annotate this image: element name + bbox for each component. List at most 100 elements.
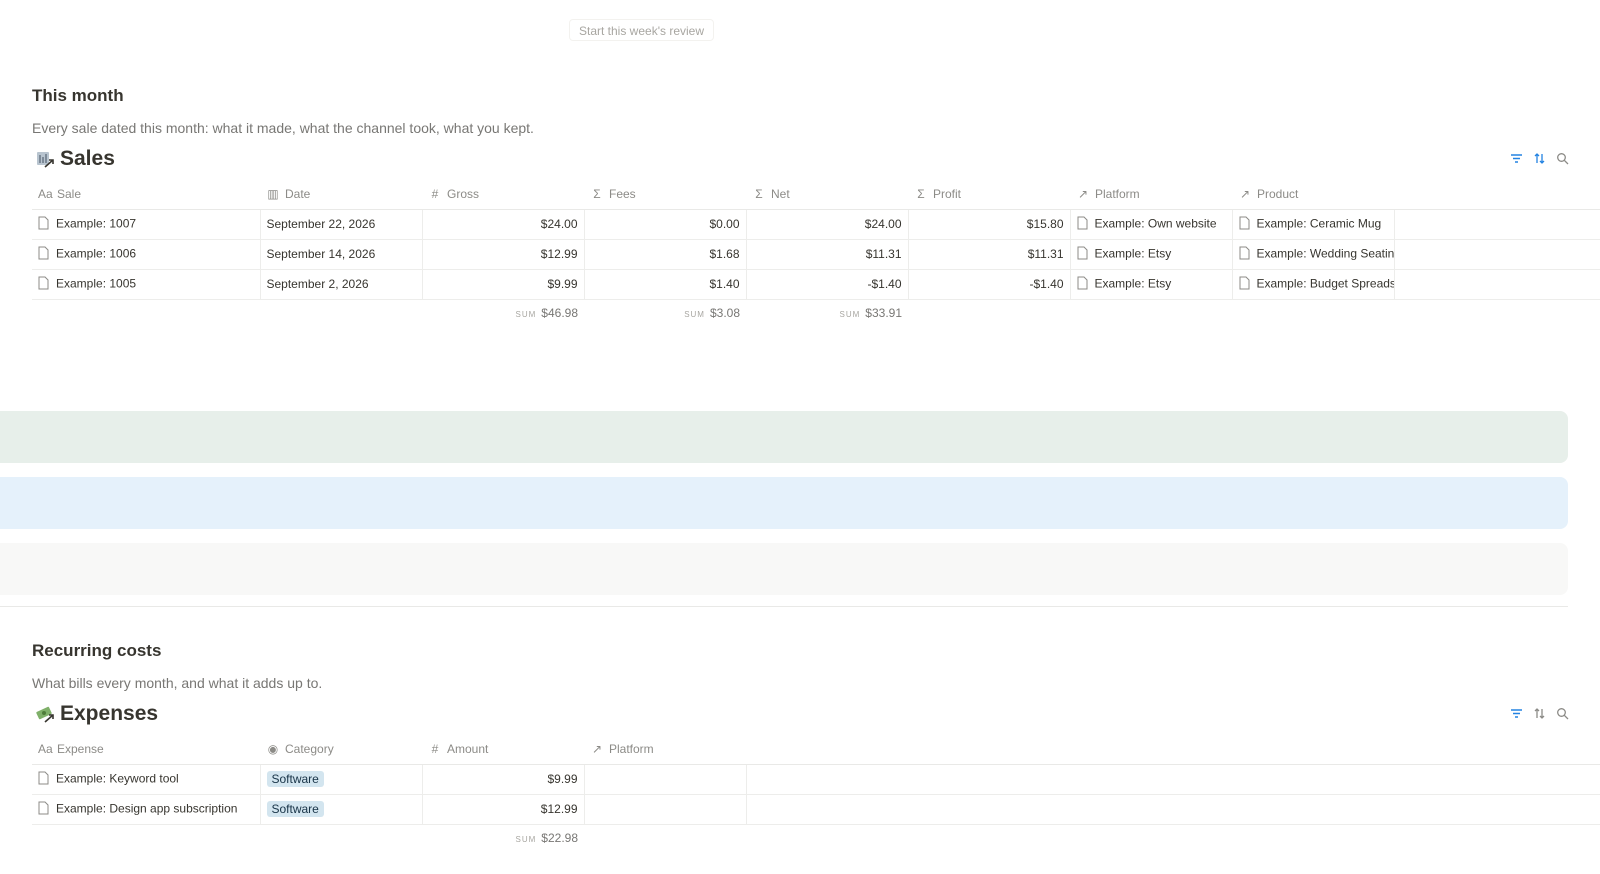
expense-cell[interactable]: Example: Design app subscription (32, 794, 261, 825)
page-icon (1239, 216, 1250, 233)
sales-title-text: Sales (60, 147, 115, 170)
sales-toolbar (1510, 152, 1600, 165)
platform-cell[interactable] (584, 764, 747, 795)
date-cell[interactable]: September 22, 2026 (260, 209, 423, 240)
column-header-sale[interactable]: Aa Sale (32, 179, 260, 210)
net-sum[interactable]: SUM $33.91 (746, 299, 908, 327)
expense-cell[interactable]: Example: Keyword tool (32, 764, 261, 795)
platform-cell[interactable]: Example: Etsy (1070, 269, 1233, 300)
column-header-category[interactable]: ◉ Category (260, 734, 422, 765)
title-property-icon: Aa (38, 741, 53, 756)
spacer-cell (1394, 239, 1600, 270)
page-icon (1239, 276, 1250, 293)
table-row[interactable]: Example: Keyword tool Software $9.99 (32, 764, 1600, 795)
page-icon (38, 801, 49, 818)
column-header-platform[interactable]: ↗ Platform (1070, 179, 1232, 210)
page-icon (38, 246, 49, 263)
sales-header-row: Aa Sale ▥ Date # Gross Σ Fees Σ Net Σ Profit ↗… (32, 179, 1600, 210)
product-cell[interactable]: Example: Ceramic Mug (1232, 209, 1395, 240)
net-cell[interactable]: $11.31 (746, 239, 909, 270)
sales-database-title[interactable]: Sales (34, 147, 115, 171)
sort-icon[interactable] (1533, 152, 1546, 165)
sort-icon[interactable] (1533, 707, 1546, 720)
product-cell[interactable]: Example: Budget Spreadsh (1232, 269, 1395, 300)
column-header-date[interactable]: ▥ Date (260, 179, 422, 210)
platform-cell[interactable]: Example: Etsy (1070, 239, 1233, 270)
spacer-cell (1394, 269, 1600, 300)
gross-cell[interactable]: $9.99 (422, 269, 585, 300)
column-header-profit[interactable]: Σ Profit (908, 179, 1070, 210)
formula-icon: Σ (755, 186, 763, 201)
fees-cell[interactable]: $1.40 (584, 269, 747, 300)
category-tag: Software (266, 771, 324, 787)
column-header-fees[interactable]: Σ Fees (584, 179, 746, 210)
column-header-amount[interactable]: # Amount (422, 734, 584, 765)
spacer-cell (746, 794, 1600, 825)
filter-icon[interactable] (1510, 707, 1523, 720)
fees-cell[interactable]: $1.68 (584, 239, 747, 270)
page-icon (1077, 276, 1088, 293)
filter-icon[interactable] (1510, 152, 1523, 165)
profit-cell[interactable]: -$1.40 (908, 269, 1071, 300)
page-icon (1239, 246, 1250, 263)
fees-cell[interactable]: $0.00 (584, 209, 747, 240)
gross-cell[interactable]: $12.99 (422, 239, 585, 270)
date-cell[interactable]: September 2, 2026 (260, 269, 423, 300)
category-cell[interactable]: Software (260, 764, 423, 795)
spacer-cell (1394, 209, 1600, 240)
sales-chart-icon (34, 147, 58, 171)
select-icon: ◉ (267, 741, 279, 756)
page-icon (1077, 216, 1088, 233)
start-weekly-review-button[interactable]: Start this week's review (569, 19, 714, 41)
platform-cell[interactable]: Example: Own website (1070, 209, 1233, 240)
net-cell[interactable]: $24.00 (746, 209, 909, 240)
table-row[interactable]: Example: 1006 September 14, 2026 $12.99 … (32, 239, 1600, 270)
column-header-gross[interactable]: # Gross (422, 179, 584, 210)
gross-cell[interactable]: $24.00 (422, 209, 585, 240)
sale-cell[interactable]: Example: 1006 (32, 239, 261, 270)
expenses-header-row: Aa Expense ◉ Category # Amount ↗ Platform (32, 734, 1600, 765)
amount-cell[interactable]: $12.99 (422, 794, 585, 825)
page-icon (38, 216, 49, 233)
profit-cell[interactable]: $11.31 (908, 239, 1071, 270)
callout-band-gray (0, 543, 1568, 595)
expenses-database-title[interactable]: Expenses (34, 702, 158, 726)
fees-sum[interactable]: SUM $3.08 (584, 299, 746, 327)
amount-sum[interactable]: SUM $22.98 (422, 824, 584, 852)
platform-cell[interactable] (584, 794, 747, 825)
expenses-table: Aa Expense ◉ Category # Amount ↗ Platform Ex… (32, 734, 1600, 852)
title-property-icon: Aa (38, 186, 53, 201)
formula-icon: Σ (593, 186, 601, 201)
category-tag: Software (266, 801, 324, 817)
table-row[interactable]: Example: 1007 September 22, 2026 $24.00 … (32, 209, 1600, 240)
recurring-costs-description: What bills every month, and what it adds… (32, 675, 323, 691)
table-row[interactable]: Example: 1005 September 2, 2026 $9.99 $1… (32, 269, 1600, 300)
calendar-icon: ▥ (267, 186, 279, 201)
money-wings-icon (34, 702, 58, 726)
page-icon (1077, 246, 1088, 263)
sale-cell[interactable]: Example: 1005 (32, 269, 261, 300)
callout-band-blue (0, 477, 1568, 529)
page-icon (38, 771, 49, 788)
search-icon[interactable] (1556, 152, 1569, 165)
column-header-product[interactable]: ↗ Product (1232, 179, 1394, 210)
sale-cell[interactable]: Example: 1007 (32, 209, 261, 240)
product-cell[interactable]: Example: Wedding Seating (1232, 239, 1395, 270)
divider (0, 606, 1568, 607)
relation-arrow-icon: ↗ (1239, 186, 1251, 201)
date-cell[interactable]: September 14, 2026 (260, 239, 423, 270)
table-row[interactable]: Example: Design app subscription Softwar… (32, 794, 1600, 825)
net-cell[interactable]: -$1.40 (746, 269, 909, 300)
column-header-platform[interactable]: ↗ Platform (584, 734, 746, 765)
callout-band-green (0, 411, 1568, 463)
amount-cell[interactable]: $9.99 (422, 764, 585, 795)
profit-cell[interactable]: $15.80 (908, 209, 1071, 240)
category-cell[interactable]: Software (260, 794, 423, 825)
relation-arrow-icon: ↗ (1077, 186, 1089, 201)
column-header-net[interactable]: Σ Net (746, 179, 908, 210)
search-icon[interactable] (1556, 707, 1569, 720)
gross-sum[interactable]: SUM $46.98 (422, 299, 584, 327)
formula-icon: Σ (917, 186, 925, 201)
column-header-expense[interactable]: Aa Expense (32, 734, 260, 765)
column-header-spacer (1394, 179, 1600, 210)
